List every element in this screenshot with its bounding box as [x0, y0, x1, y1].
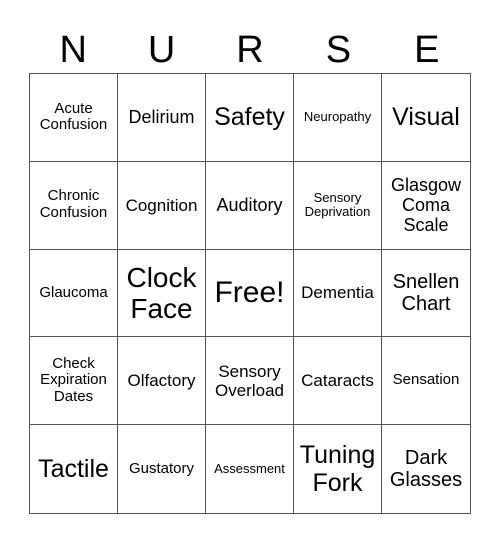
bingo-cell[interactable]: Cataracts	[294, 337, 382, 426]
bingo-cell[interactable]: Dementia	[294, 249, 382, 338]
bingo-cell[interactable]: Snellen Chart	[382, 250, 470, 338]
bingo-cell[interactable]: Neuropathy	[294, 74, 382, 162]
bingo-cell[interactable]: Clock Face	[118, 249, 206, 338]
bingo-cell[interactable]: Glasgow Coma Scale	[382, 162, 470, 250]
header-letter: U	[147, 29, 176, 71]
bingo-cell[interactable]: Tactile	[30, 425, 118, 513]
bingo-cell[interactable]: Safety	[206, 74, 294, 162]
bingo-cell[interactable]: Tuning Fork	[294, 425, 382, 513]
free-space[interactable]: Free!	[206, 249, 294, 338]
bingo-cell[interactable]: Visual	[382, 74, 470, 162]
bingo-card: Acute Confusion Delirium Safety Neuropat…	[29, 73, 471, 514]
bingo-cell[interactable]: Dark Glasses	[382, 425, 470, 513]
bingo-cell[interactable]: Sensory Deprivation	[294, 161, 382, 250]
bingo-cell[interactable]: Check Expiration Dates	[30, 337, 118, 426]
bingo-cell[interactable]: Gustatory	[118, 425, 206, 513]
bingo-cell[interactable]: Cognition	[118, 161, 206, 250]
bingo-cell[interactable]: Glaucoma	[30, 249, 118, 338]
header-letter: R	[236, 29, 264, 71]
bingo-cell[interactable]: Acute Confusion	[30, 74, 118, 162]
header-letter: N	[59, 29, 87, 71]
bingo-cell[interactable]: Delirium	[118, 74, 206, 162]
bingo-cell[interactable]: Sensory Overload	[206, 337, 294, 426]
bingo-cell[interactable]: Auditory	[206, 161, 294, 250]
bingo-header: N U R S E	[29, 28, 471, 73]
header-letter: S	[325, 29, 352, 71]
bingo-cell[interactable]: Olfactory	[118, 337, 206, 426]
bingo-cell[interactable]: Assessment	[206, 425, 294, 513]
bingo-cell[interactable]: Chronic Confusion	[30, 161, 118, 250]
bingo-cell[interactable]: Sensation	[382, 337, 470, 426]
header-letter: E	[414, 29, 440, 71]
